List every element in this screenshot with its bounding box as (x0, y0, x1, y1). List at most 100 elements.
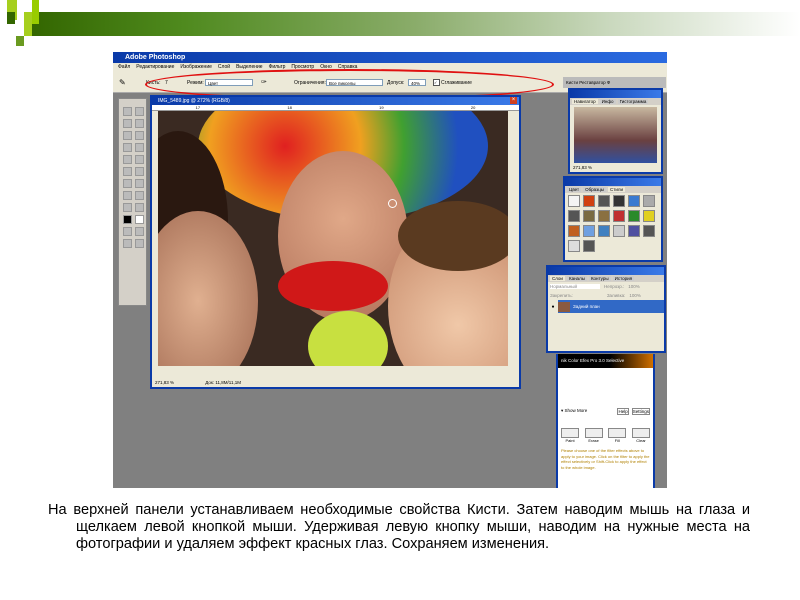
fill-value[interactable]: 100% (629, 293, 641, 298)
style-swatch[interactable] (583, 240, 595, 252)
style-swatch[interactable] (643, 195, 655, 207)
button-label: Fill (614, 438, 620, 443)
ruler-tick: 20 (470, 105, 476, 110)
tool-button[interactable] (123, 143, 132, 152)
style-swatch[interactable] (613, 210, 625, 222)
show-more-toggle[interactable]: ▾ Show More (561, 408, 614, 415)
tab[interactable]: Цвет (567, 187, 582, 192)
style-swatch[interactable] (568, 225, 580, 237)
layer-name: Задний план (573, 304, 600, 309)
tab[interactable]: Инфо (599, 99, 616, 104)
foreground-color[interactable] (123, 215, 132, 224)
tool-button[interactable] (135, 179, 144, 188)
navigator-panel: Навигатор Инфо Гистограмма 271,83 % (568, 88, 663, 174)
tool-button[interactable] (135, 143, 144, 152)
tab[interactable]: Навигатор (572, 99, 598, 104)
tool-button[interactable] (123, 131, 132, 140)
screenmode-button[interactable] (135, 239, 144, 248)
style-swatch[interactable] (628, 225, 640, 237)
tool-button[interactable] (135, 167, 144, 176)
menu-item[interactable]: Файл (118, 63, 130, 72)
background-color[interactable] (135, 215, 144, 224)
brush-cursor (388, 199, 397, 208)
blend-mode-select[interactable]: Нормальный (550, 284, 600, 289)
style-swatch[interactable] (568, 195, 580, 207)
deco-square (32, 0, 39, 24)
eye-icon[interactable]: ● (548, 304, 558, 310)
style-swatch[interactable] (643, 210, 655, 222)
style-swatch[interactable] (613, 195, 625, 207)
fill-label: Заливка: (606, 293, 626, 298)
style-swatch[interactable] (628, 210, 640, 222)
tool-button[interactable] (135, 131, 144, 140)
panel-titlebar (548, 267, 664, 275)
tab[interactable]: Образцы (583, 187, 607, 192)
brush-tool-icon[interactable]: ✎ (119, 78, 126, 87)
layer-row[interactable]: ● Задний план (548, 300, 664, 313)
panel-titlebar (570, 90, 661, 98)
palette-well[interactable]: Кисти Реставратор Ф (563, 77, 666, 88)
tool-button[interactable] (123, 179, 132, 188)
tab[interactable]: Слои (550, 276, 565, 281)
tool-button[interactable] (135, 191, 144, 200)
opacity-value[interactable]: 100% (628, 284, 640, 289)
style-swatch[interactable] (613, 225, 625, 237)
tab[interactable]: Контуры (588, 276, 611, 281)
photoshop-screenshot: Adobe Photoshop Файл Редактирование Изоб… (113, 52, 667, 488)
deco-square (16, 36, 24, 46)
clear-button[interactable]: Clear (631, 428, 650, 443)
style-swatch[interactable] (598, 225, 610, 237)
tool-button[interactable] (123, 107, 132, 116)
tab[interactable]: Гистограмма (617, 99, 649, 104)
shirt (308, 311, 388, 366)
quickmask-button[interactable] (123, 227, 132, 236)
tool-button[interactable] (123, 191, 132, 200)
style-swatch[interactable] (643, 225, 655, 237)
navigator-thumbnail[interactable] (574, 107, 657, 163)
deco-square (7, 12, 15, 24)
help-button[interactable]: Help (617, 408, 629, 415)
erase-button[interactable]: Erase (584, 428, 603, 443)
style-swatch[interactable] (583, 210, 595, 222)
style-swatch[interactable] (568, 210, 580, 222)
panel-tabs: Цвет Образцы Стили (565, 186, 661, 193)
settings-button[interactable]: Settings (631, 408, 650, 415)
close-icon[interactable]: × (510, 97, 517, 104)
header-gradient-bar (30, 12, 800, 36)
paint-button[interactable]: Paint (561, 428, 579, 443)
style-swatch[interactable] (583, 225, 595, 237)
slide-body: На верхней панели устанавливаем необходи… (48, 502, 750, 553)
doc-info: Док: 11,8M/11,1M (205, 380, 241, 385)
tool-button[interactable] (135, 119, 144, 128)
style-swatch[interactable] (628, 195, 640, 207)
tool-button[interactable] (123, 203, 132, 212)
screenmode-button[interactable] (123, 239, 132, 248)
tool-button[interactable] (135, 155, 144, 164)
quickmask-button[interactable] (135, 227, 144, 236)
menu-item[interactable]: Слой (218, 63, 230, 72)
style-swatches (565, 193, 661, 254)
tool-button[interactable] (135, 203, 144, 212)
app-title-bar: Adobe Photoshop (113, 52, 667, 63)
menu-item[interactable]: Редактирование (136, 63, 174, 72)
photo-canvas[interactable] (158, 111, 508, 366)
style-swatch[interactable] (583, 195, 595, 207)
menu-item[interactable]: Изображение (180, 63, 212, 72)
tab[interactable]: История (612, 276, 635, 281)
tab[interactable]: Каналы (566, 276, 587, 281)
navigator-zoom[interactable]: 271,83 % (570, 165, 661, 170)
tool-button[interactable] (123, 119, 132, 128)
tool-button[interactable] (135, 107, 144, 116)
panel-titlebar (565, 178, 661, 186)
style-swatch[interactable] (598, 210, 610, 222)
color-efex-panel: nik Color Efex Pro 3.0 Selective ▾ Show … (556, 354, 655, 488)
hair-right (398, 201, 508, 271)
tool-button[interactable] (123, 167, 132, 176)
tool-button[interactable] (123, 155, 132, 164)
style-swatch[interactable] (598, 195, 610, 207)
tab[interactable]: Стили (608, 187, 625, 192)
panel-tabs: Навигатор Инфо Гистограмма (570, 98, 661, 105)
style-swatch[interactable] (568, 240, 580, 252)
zoom-field[interactable]: 271,83 % (155, 380, 174, 385)
fill-button[interactable]: Fill (608, 428, 627, 443)
